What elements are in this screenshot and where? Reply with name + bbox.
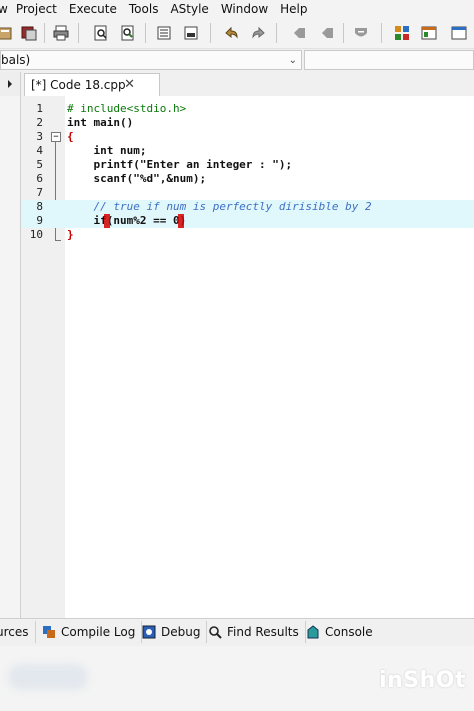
- menu-view[interactable]: w: [0, 2, 8, 16]
- menu-bar: w Project Execute Tools AStyle Window He…: [0, 0, 474, 18]
- code-line[interactable]: 6 scanf("%d",&num);: [21, 172, 474, 186]
- new-project-icon[interactable]: [0, 24, 14, 42]
- code-line[interactable]: 4 int num;: [21, 144, 474, 158]
- comment-icon[interactable]: [182, 24, 200, 42]
- console-icon: [307, 625, 319, 639]
- line-number: 6: [36, 172, 43, 185]
- editor-tab-label: [*] Code 18.cpp: [31, 78, 126, 92]
- tab-compile-log-label: Compile Log: [61, 625, 136, 639]
- insert-icon[interactable]: [352, 24, 370, 42]
- compile-log-icon: [43, 626, 55, 638]
- watermark-text: inShOt: [379, 668, 466, 693]
- find-icon[interactable]: [92, 24, 110, 42]
- chevron-down-icon: ⌄: [288, 55, 297, 66]
- fullscreen-icon[interactable]: [450, 24, 468, 42]
- code-line[interactable]: 3 − {: [21, 130, 474, 144]
- line-number: 9: [36, 214, 43, 227]
- toolbar-separator: [210, 23, 211, 43]
- line-number: 2: [36, 116, 43, 129]
- blurred-region: [8, 664, 88, 690]
- tab-find-results-label: Find Results: [227, 625, 299, 639]
- toolbar-separator: [343, 23, 344, 43]
- code-editor[interactable]: 1 # include<stdio.h> 2 int main() 3 − { …: [21, 96, 474, 618]
- code-text: int main(): [67, 116, 134, 129]
- menu-astyle[interactable]: AStyle: [170, 2, 208, 16]
- debug-icon: [142, 625, 156, 639]
- code-text: // true if num is perfectly dirisible by…: [67, 200, 372, 213]
- code-text: # include<stdio.h>: [67, 102, 187, 115]
- menu-window[interactable]: Window: [221, 2, 268, 16]
- toolbar-separator: [276, 23, 277, 43]
- toolbar-separator: [44, 23, 45, 43]
- symbol-dropdown[interactable]: [304, 50, 474, 70]
- code-text: if(num%2 == 0): [67, 214, 187, 227]
- bookmark-prev-icon[interactable]: [290, 24, 308, 42]
- line-number: 10: [29, 228, 43, 241]
- replace-icon[interactable]: [119, 24, 137, 42]
- line-number: 7: [36, 186, 43, 199]
- bottom-panel-tabs: urces Compile Log Debug Find Results Con…: [0, 618, 474, 647]
- code-text: }: [67, 228, 74, 241]
- code-line[interactable]: 1 # include<stdio.h>: [21, 102, 474, 116]
- line-number: 5: [36, 158, 43, 171]
- code-line[interactable]: 7: [21, 186, 474, 200]
- chevron-right-icon: [8, 80, 12, 88]
- line-number: 1: [36, 102, 43, 115]
- menu-project[interactable]: Project: [16, 2, 57, 16]
- save-all-icon[interactable]: [20, 24, 38, 42]
- scope-bar: bals) ⌄: [0, 49, 474, 72]
- bookmark-next-icon[interactable]: [318, 24, 336, 42]
- scope-dropdown[interactable]: bals) ⌄: [0, 50, 302, 70]
- tab-debug-label: Debug: [161, 625, 201, 639]
- code-line[interactable]: 5 printf("Enter an integer : ");: [21, 158, 474, 172]
- window-icon[interactable]: [420, 24, 438, 42]
- find-results-icon: [209, 626, 222, 639]
- line-number: 3: [36, 130, 43, 143]
- code-line[interactable]: 8 // true if num is perfectly dirisible …: [21, 200, 474, 214]
- left-panel-header[interactable]: [0, 72, 21, 96]
- scope-dropdown-value: bals): [1, 53, 31, 67]
- tab-resources-label: urces: [0, 625, 29, 639]
- redo-icon[interactable]: [250, 24, 268, 42]
- tab-debug[interactable]: Debug: [138, 621, 208, 643]
- brace-match-open: [104, 214, 110, 228]
- grid-icon[interactable]: [393, 24, 411, 42]
- menu-tools[interactable]: Tools: [129, 2, 159, 16]
- code-line-current[interactable]: 9 if(num%2 == 0): [21, 214, 474, 228]
- bottom-panel-content: inShOt: [0, 646, 474, 711]
- menu-execute[interactable]: Execute: [69, 2, 117, 16]
- tab-console-label: Console: [325, 625, 373, 639]
- close-icon[interactable]: ✕: [124, 74, 135, 96]
- code-text: int num;: [67, 144, 147, 157]
- tab-resources[interactable]: urces: [0, 621, 36, 643]
- line-number: 4: [36, 144, 43, 157]
- fold-toggle-icon[interactable]: −: [51, 132, 61, 142]
- editor-tab[interactable]: [*] Code 18.cpp ✕: [24, 73, 160, 96]
- indent-icon[interactable]: [155, 24, 173, 42]
- toolbar: [0, 18, 474, 49]
- tab-console[interactable]: Console: [302, 621, 379, 643]
- project-panel: [0, 96, 21, 618]
- menu-help[interactable]: Help: [280, 2, 307, 16]
- tab-compile-log[interactable]: Compile Log: [38, 621, 143, 643]
- toolbar-separator: [145, 23, 146, 43]
- brace-match-close: [178, 214, 184, 228]
- code-text: {: [67, 130, 74, 143]
- tab-find-results[interactable]: Find Results: [204, 621, 306, 643]
- code-text: scanf("%d",&num);: [67, 172, 207, 185]
- undo-icon[interactable]: [222, 24, 240, 42]
- toolbar-separator: [78, 23, 79, 43]
- code-line[interactable]: 2 int main(): [21, 116, 474, 130]
- code-text: printf("Enter an integer : ");: [67, 158, 293, 171]
- line-number: 8: [36, 200, 43, 213]
- code-line[interactable]: 10 }: [21, 228, 474, 242]
- print-icon[interactable]: [52, 24, 70, 42]
- toolbar-separator: [381, 23, 382, 43]
